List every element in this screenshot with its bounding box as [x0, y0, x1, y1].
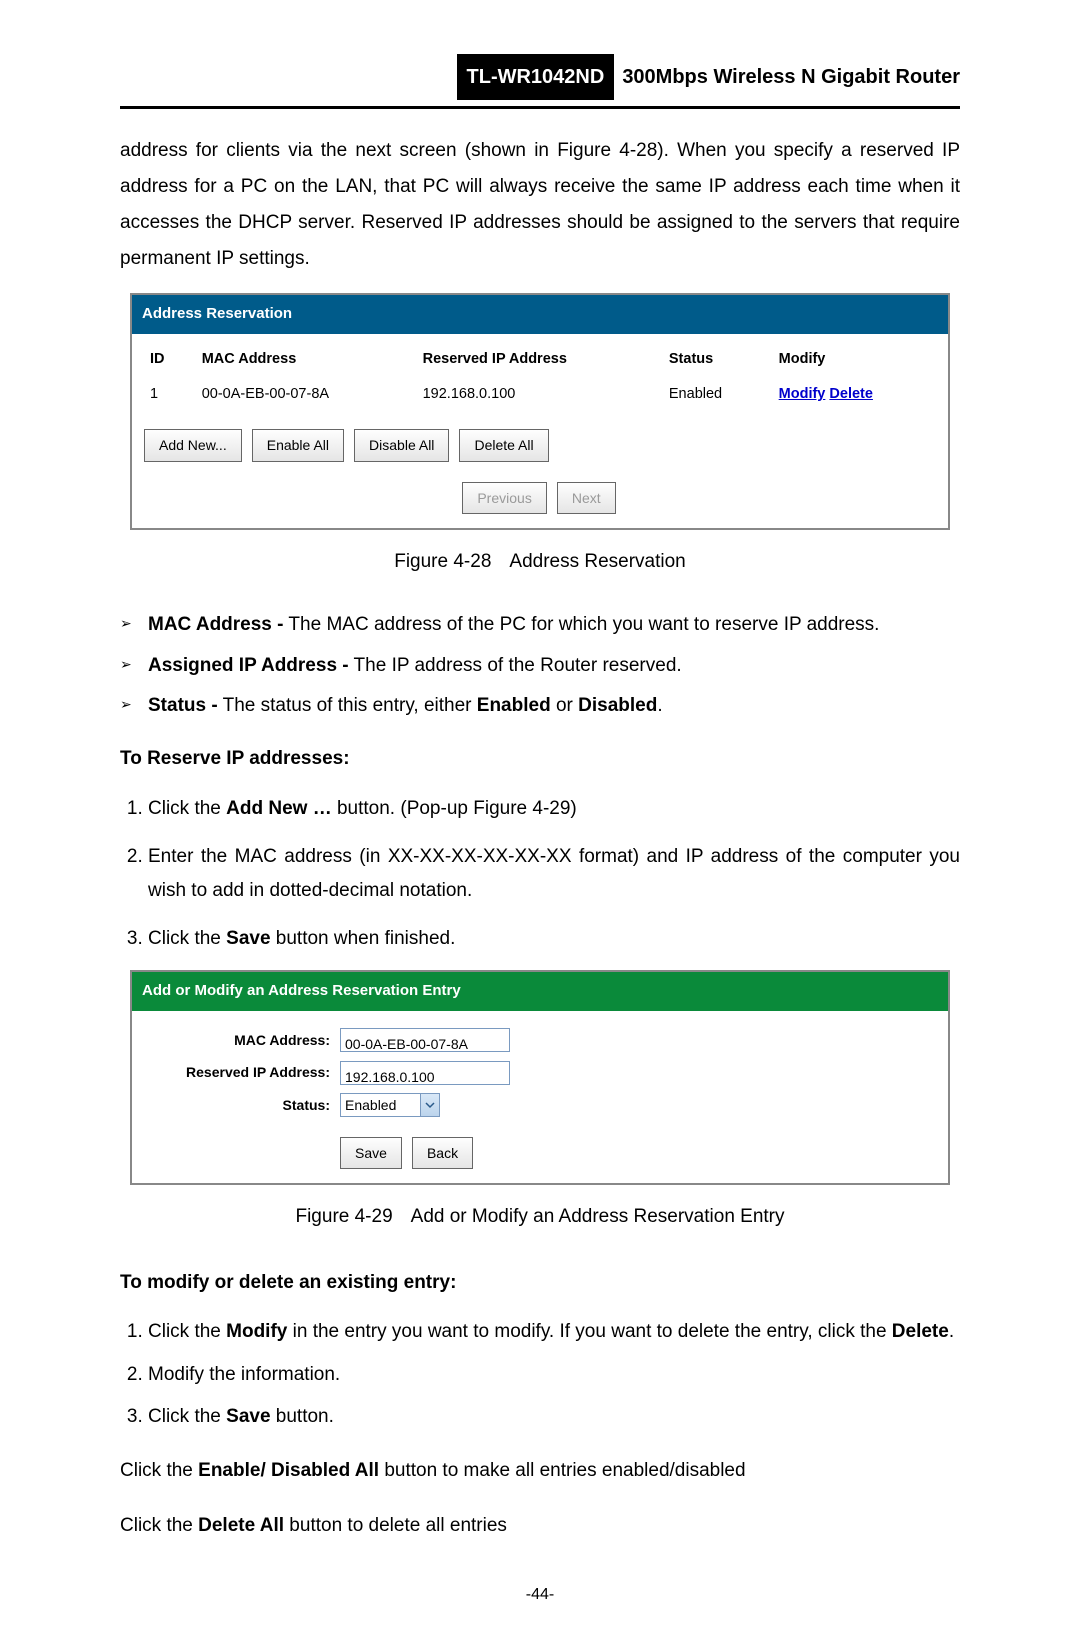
list-item: Modify the information.: [148, 1358, 960, 1392]
add-new-button[interactable]: Add New...: [144, 429, 242, 462]
disable-all-button[interactable]: Disable All: [354, 429, 449, 462]
status-label: Status:: [140, 1092, 340, 1119]
cell-status: Enabled: [659, 377, 769, 413]
list-item: Click the Save button.: [148, 1400, 960, 1434]
reserved-ip-label: Reserved IP Address:: [140, 1059, 340, 1086]
page-header: TL-WR1042ND 300Mbps Wireless N Gigabit R…: [120, 54, 960, 109]
col-mac: MAC Address: [192, 342, 413, 378]
status-select[interactable]: Enabled: [340, 1093, 440, 1117]
figure-29-caption: Figure 4-29Add or Modify an Address Rese…: [120, 1199, 960, 1235]
add-modify-panel: Add or Modify an Address Reservation Ent…: [130, 970, 950, 1185]
col-modify: Modify: [769, 342, 940, 378]
previous-button: Previous: [462, 482, 546, 515]
intro-paragraph: address for clients via the next screen …: [120, 133, 960, 277]
cell-id: 1: [140, 377, 192, 413]
list-item: Click the Modify in the entry you want t…: [148, 1315, 960, 1349]
mac-address-label: MAC Address:: [140, 1027, 340, 1054]
list-item: MAC Address - The MAC address of the PC …: [148, 610, 960, 640]
list-item: Click the Add New … button. (Pop-up Figu…: [148, 792, 960, 826]
col-status: Status: [659, 342, 769, 378]
chevron-down-icon: [420, 1094, 439, 1116]
col-ip: Reserved IP Address: [413, 342, 659, 378]
list-item: Enter the MAC address (in XX-XX-XX-XX-XX…: [148, 840, 960, 908]
reserve-steps: Click the Add New … button. (Pop-up Figu…: [120, 792, 960, 957]
modify-heading: To modify or delete an existing entry:: [120, 1265, 960, 1301]
col-id: ID: [140, 342, 192, 378]
modify-steps: Click the Modify in the entry you want t…: [120, 1315, 960, 1434]
address-reservation-panel: Address Reservation ID MAC Address Reser…: [130, 293, 950, 530]
list-item: Click the Save button when finished.: [148, 922, 960, 956]
modify-link[interactable]: Modify: [779, 386, 826, 402]
panel-title: Address Reservation: [132, 295, 948, 334]
save-button[interactable]: Save: [340, 1137, 402, 1170]
back-button[interactable]: Back: [412, 1137, 473, 1170]
footer-line-2: Click the Delete All button to delete al…: [120, 1508, 960, 1544]
reservation-table: ID MAC Address Reserved IP Address Statu…: [140, 342, 940, 413]
delete-all-button[interactable]: Delete All: [459, 429, 548, 462]
list-item: Status - The status of this entry, eithe…: [148, 691, 960, 721]
page-number: -44-: [120, 1580, 960, 1610]
next-button: Next: [557, 482, 616, 515]
status-select-value: Enabled: [345, 1092, 396, 1119]
panel2-title: Add or Modify an Address Reservation Ent…: [132, 972, 948, 1011]
delete-link[interactable]: Delete: [829, 386, 873, 402]
enable-all-button[interactable]: Enable All: [252, 429, 344, 462]
cell-mac: 00-0A-EB-00-07-8A: [192, 377, 413, 413]
footer-line-1: Click the Enable/ Disabled All button to…: [120, 1453, 960, 1489]
header-model: TL-WR1042ND: [457, 54, 615, 100]
table-row: 1 00-0A-EB-00-07-8A 192.168.0.100 Enable…: [140, 377, 940, 413]
reserved-ip-input[interactable]: 192.168.0.100: [340, 1061, 510, 1085]
list-item: Assigned IP Address - The IP address of …: [148, 651, 960, 681]
field-descriptions: MAC Address - The MAC address of the PC …: [120, 610, 960, 721]
header-desc: 300Mbps Wireless N Gigabit Router: [622, 58, 960, 96]
cell-ip: 192.168.0.100: [413, 377, 659, 413]
figure-28-caption: Figure 4-28Address Reservation: [120, 544, 960, 580]
mac-address-input[interactable]: 00-0A-EB-00-07-8A: [340, 1028, 510, 1052]
reserve-heading: To Reserve IP addresses:: [120, 741, 960, 777]
